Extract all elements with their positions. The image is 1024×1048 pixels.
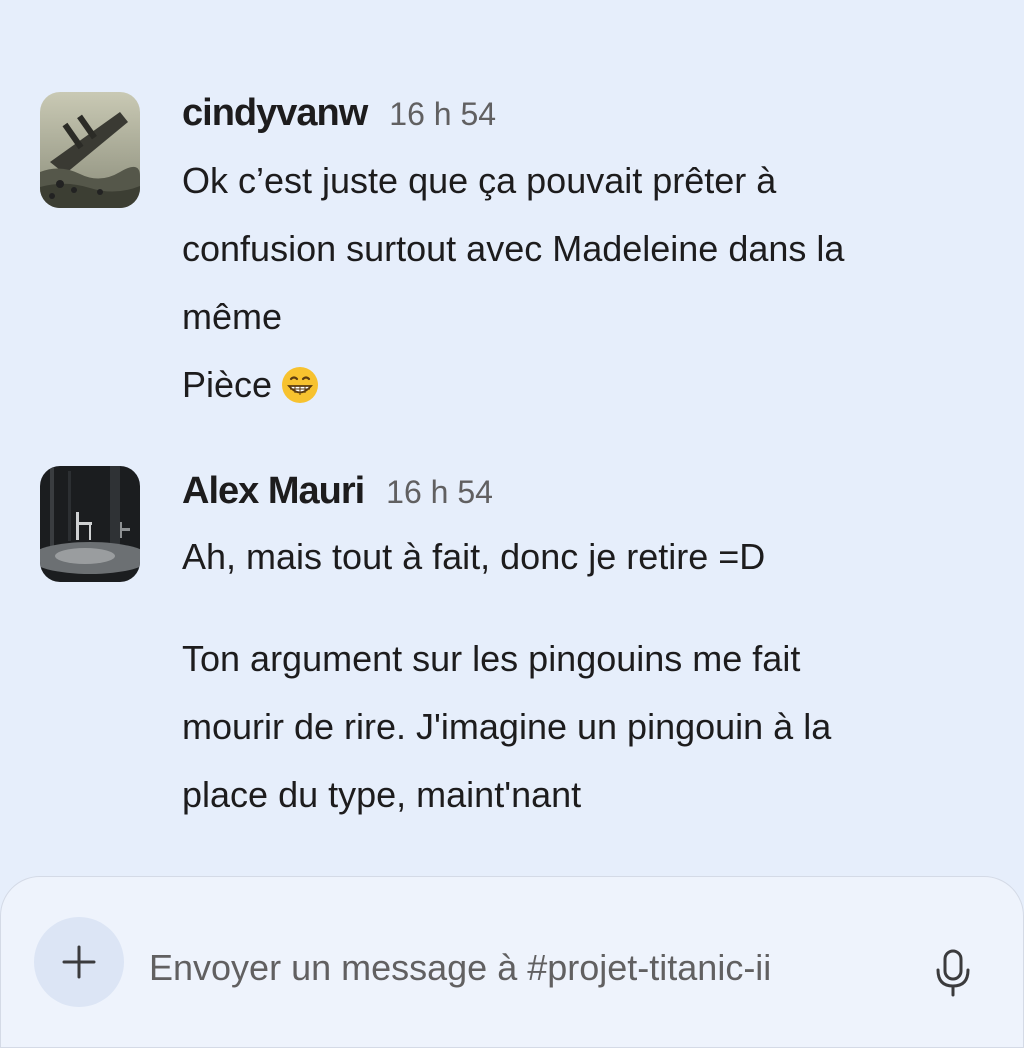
message-text-line: Ok c’est juste que ça pouvait prêter à: [182, 160, 777, 201]
message-text: Pièce: [182, 364, 273, 405]
message-text-line: même: [182, 296, 283, 337]
microphone-button[interactable]: [923, 943, 983, 1003]
plus-icon: [62, 945, 96, 979]
username[interactable]: Alex Mauri: [182, 470, 365, 513]
stage-chair-avatar-image: [40, 466, 140, 582]
titanic-avatar-image: [40, 92, 140, 208]
avatar[interactable]: [40, 466, 140, 582]
message-input[interactable]: [149, 943, 869, 993]
timestamp[interactable]: 16 h 54: [386, 474, 493, 511]
avatar[interactable]: [40, 92, 140, 208]
message-text-line: Pièce: [182, 364, 320, 406]
message-item[interactable]: cindyvanw 16 h 54 Ok c’est juste que ça …: [0, 0, 1024, 440]
message-text-line: Ah, mais tout à fait, donc je retire =D: [182, 536, 766, 577]
username[interactable]: cindyvanw: [182, 92, 368, 135]
message-text-line: confusion surtout avec Madeleine dans la: [182, 228, 845, 269]
timestamp[interactable]: 16 h 54: [389, 96, 496, 133]
message-text-line: Ton argument sur les pingouins me fait: [182, 638, 801, 679]
message-item[interactable]: Alex Mauri 16 h 54 Ah, mais tout à fait,…: [0, 440, 1024, 840]
add-attachment-button[interactable]: [34, 917, 124, 1007]
grinning-face-emoji: [282, 367, 319, 403]
microphone-icon: [936, 949, 970, 997]
message-text-line: place du type, maint'nant: [182, 774, 582, 815]
message-text-line: mourir de rire. J'imagine un pingouin à …: [182, 706, 832, 747]
message-composer: [0, 876, 1024, 1048]
